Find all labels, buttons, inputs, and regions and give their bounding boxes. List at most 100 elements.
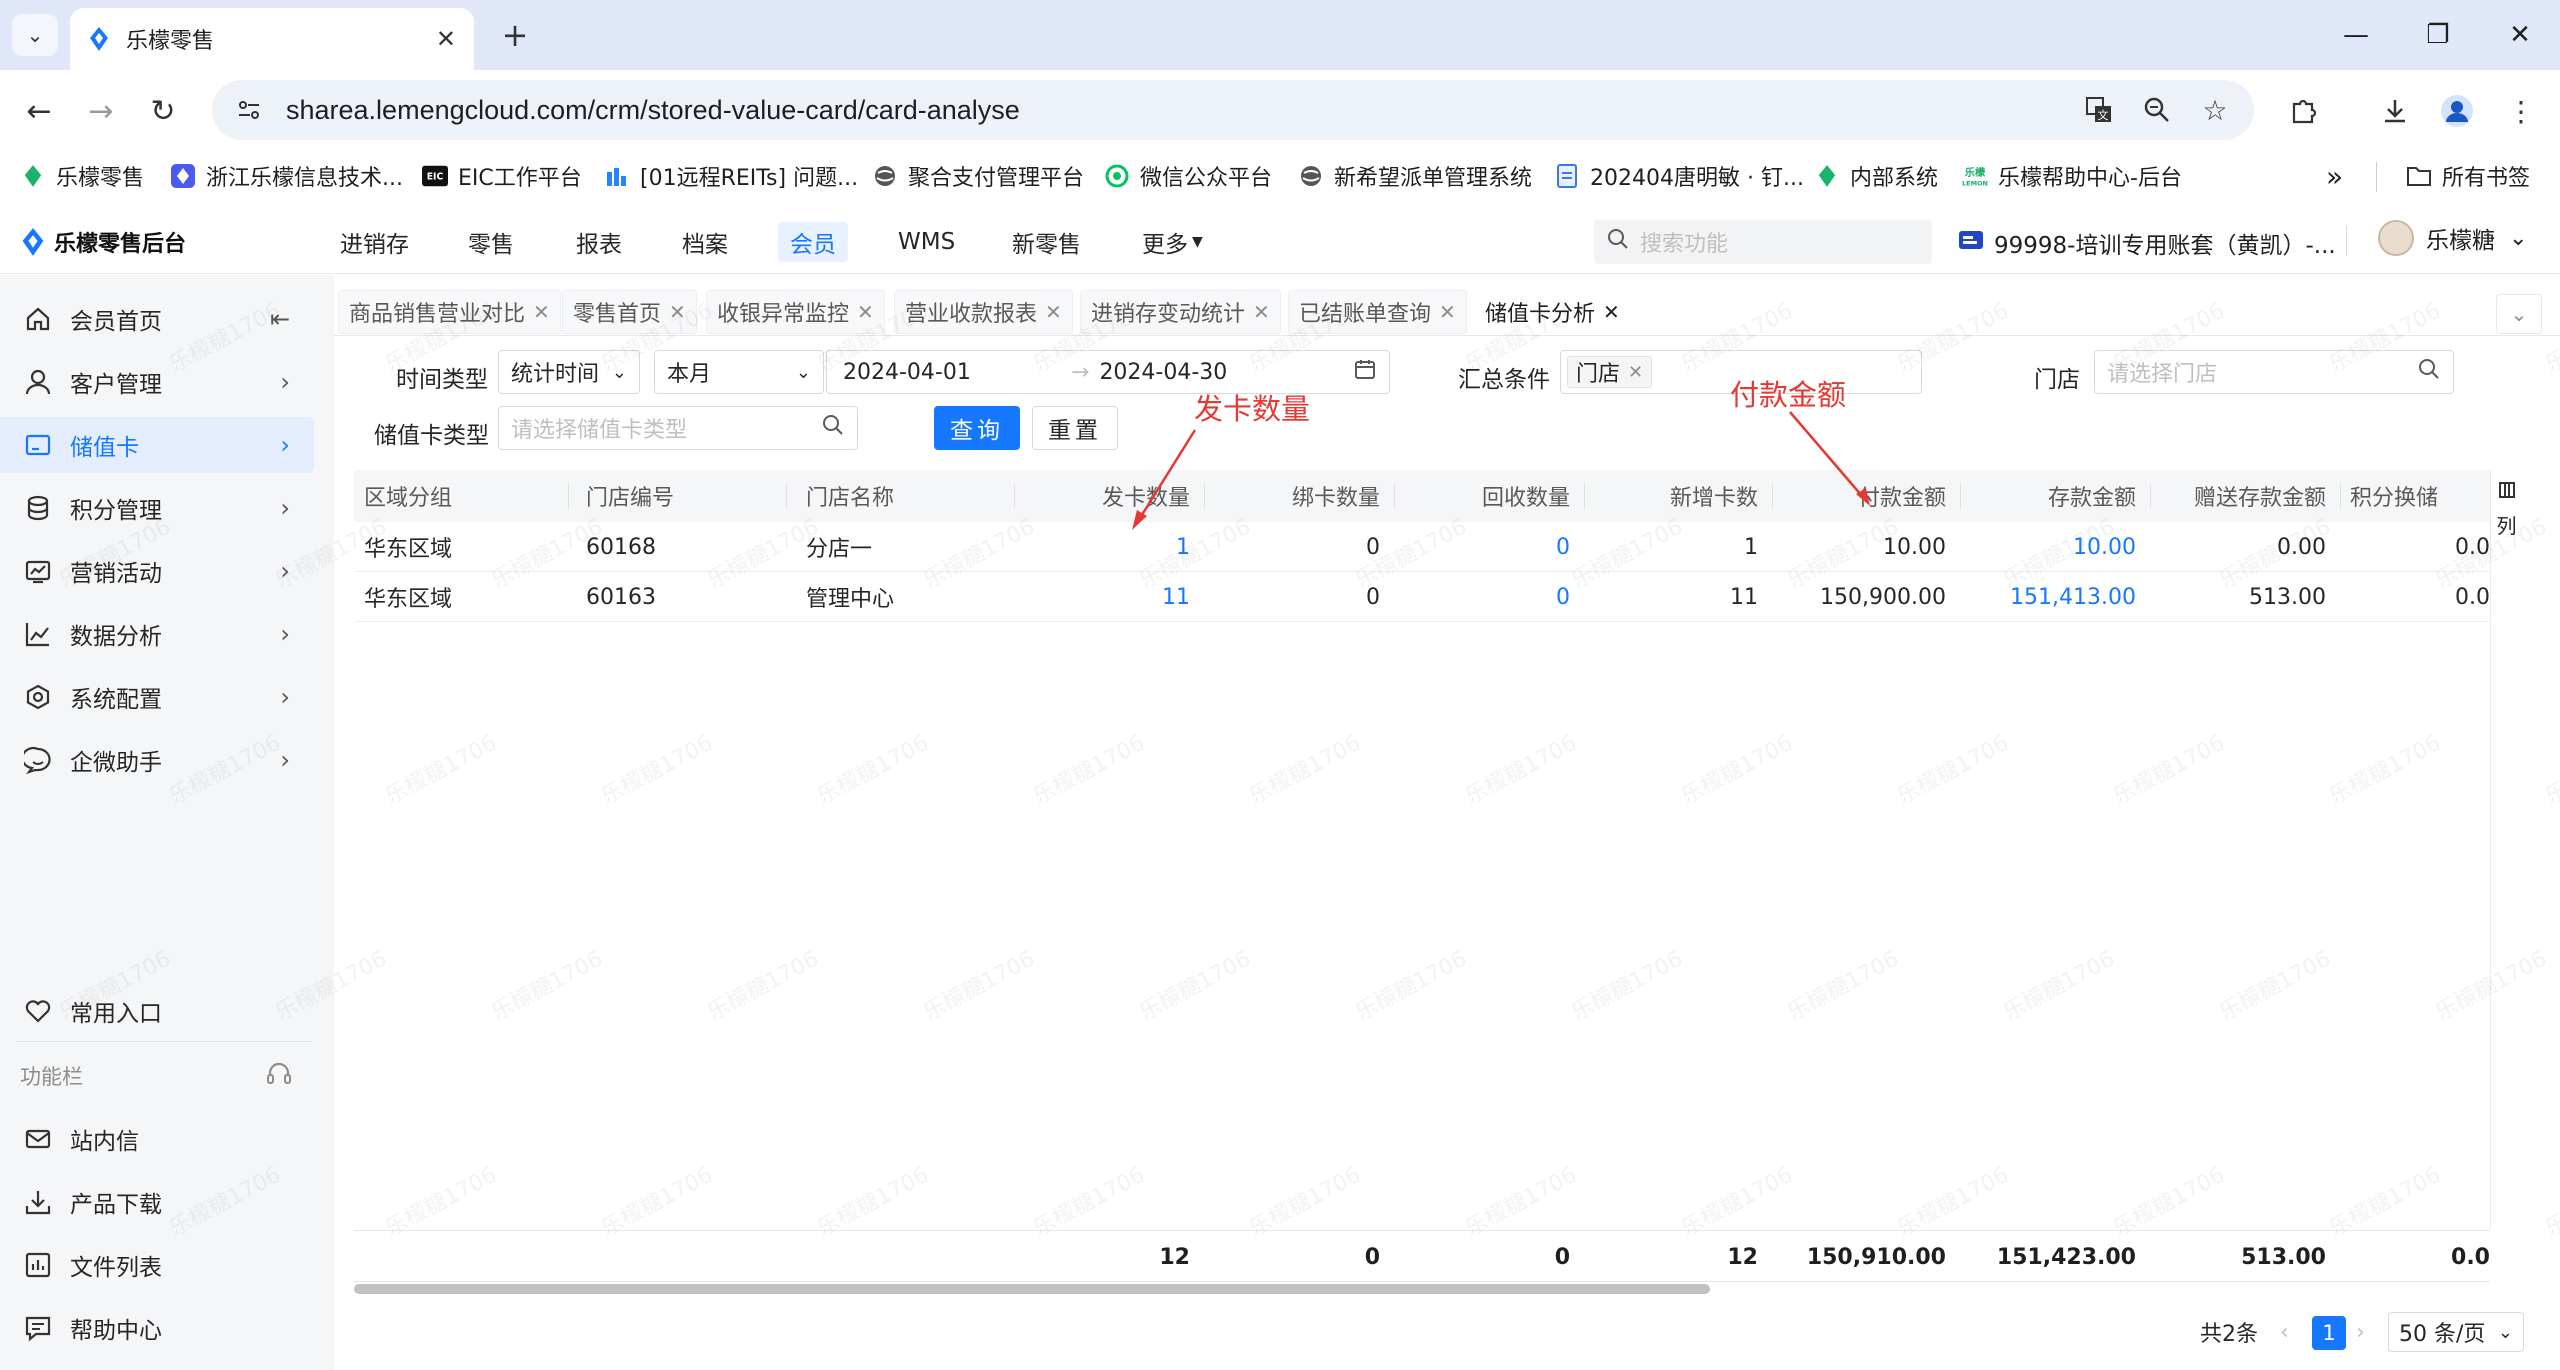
- query-button[interactable]: 查询: [934, 406, 1020, 450]
- page-size-select[interactable]: 50 条/页 ⌄: [2388, 1312, 2524, 1352]
- sidebar-item-marketing[interactable]: 营销活动 ›: [0, 543, 314, 599]
- date-end-input[interactable]: 2024-04-30: [1099, 360, 1353, 385]
- vertical-scroll-track[interactable]: [2490, 560, 2522, 1230]
- column-header[interactable]: 积分换储: [2350, 470, 2490, 522]
- close-tab-icon[interactable]: ✕: [436, 25, 456, 53]
- bookmark-item[interactable]: 微信公众平台: [1104, 160, 1272, 192]
- column-header[interactable]: 赠送存款金额: [2160, 470, 2326, 522]
- time-type-select[interactable]: 统计时间 ⌄: [498, 350, 640, 394]
- sidebar-item-help[interactable]: 帮助中心: [0, 1300, 314, 1356]
- column-header[interactable]: 区域分组: [364, 470, 564, 522]
- new-tab-button[interactable]: +: [494, 14, 536, 56]
- bookmark-item[interactable]: 202404唐明敏 · 钉...: [1554, 160, 1804, 192]
- horizontal-scrollbar[interactable]: [354, 1284, 1710, 1294]
- close-icon[interactable]: ✕: [1603, 300, 1620, 324]
- more-bookmarks-button[interactable]: »: [2326, 160, 2343, 193]
- extensions-icon[interactable]: [2282, 90, 2324, 132]
- tab-search-button[interactable]: ⌄: [12, 14, 58, 56]
- tab-stored-value-card-analysis[interactable]: 储值卡分析 ✕: [1474, 290, 1631, 334]
- tab-retail-home[interactable]: 零售首页 ✕: [562, 290, 697, 334]
- prev-page-button[interactable]: ‹: [2280, 1312, 2289, 1352]
- back-button[interactable]: ←: [18, 90, 60, 132]
- download-icon[interactable]: [2374, 90, 2416, 132]
- search-function-input[interactable]: 搜索功能: [1594, 220, 1932, 264]
- cell-deposit-amount-link[interactable]: 151,413.00: [1970, 572, 2136, 622]
- bookmark-item[interactable]: EIC EIC工作平台: [422, 160, 582, 192]
- sidebar-item-member-home[interactable]: 会员首页 ⇤: [0, 291, 314, 347]
- cell-deposit-amount-link[interactable]: 10.00: [1970, 522, 2136, 572]
- column-header[interactable]: 存款金额: [1970, 470, 2136, 522]
- tab-business-receipts[interactable]: 营业收款报表 ✕: [894, 290, 1073, 334]
- zoom-icon[interactable]: [2138, 91, 2176, 129]
- cell-issued-cards-link[interactable]: 1: [1024, 522, 1190, 572]
- sidebar-item-stored-value-card[interactable]: 储值卡 ›: [0, 417, 314, 473]
- close-window-button[interactable]: ✕: [2490, 14, 2550, 56]
- card-type-select[interactable]: 请选择储值卡类型: [498, 406, 858, 450]
- column-header[interactable]: 新增卡数: [1594, 470, 1758, 522]
- sidebar-item-customer[interactable]: 客户管理 ›: [0, 354, 314, 410]
- tabs-dropdown-button[interactable]: ⌄: [2496, 294, 2542, 334]
- sidebar-item-system-config[interactable]: 系统配置 ›: [0, 669, 314, 725]
- reset-button[interactable]: 重置: [1032, 406, 1118, 450]
- minimize-button[interactable]: —: [2326, 14, 2386, 56]
- close-icon[interactable]: ✕: [533, 300, 550, 324]
- cell-recycled-cards-link[interactable]: 0: [1404, 522, 1570, 572]
- close-icon[interactable]: ✕: [1439, 300, 1456, 324]
- sidebar-favorites[interactable]: 常用入口: [0, 983, 314, 1039]
- sidebar-item-download[interactable]: 产品下载: [0, 1174, 314, 1230]
- column-settings-button[interactable]: 列: [2490, 470, 2522, 560]
- site-settings-icon[interactable]: [232, 93, 266, 127]
- column-header[interactable]: 门店名称: [806, 470, 1006, 522]
- period-select[interactable]: 本月 ⌄: [654, 350, 824, 394]
- reload-button[interactable]: ↻: [142, 90, 184, 132]
- nav-inventory[interactable]: 进销存: [328, 222, 421, 262]
- bookmark-item[interactable]: 浙江乐檬信息技术...: [170, 160, 403, 192]
- next-page-button[interactable]: ›: [2356, 1312, 2365, 1352]
- sidebar-item-messages[interactable]: 站内信: [0, 1111, 314, 1167]
- headset-icon[interactable]: [264, 1059, 294, 1095]
- close-icon[interactable]: ✕: [669, 300, 686, 324]
- browser-tab[interactable]: 乐檬零售 ✕: [70, 8, 474, 70]
- column-header[interactable]: 回收数量: [1404, 470, 1570, 522]
- forward-button[interactable]: →: [80, 90, 122, 132]
- tab-settled-bills[interactable]: 已结账单查询 ✕: [1288, 290, 1467, 334]
- bookmark-item[interactable]: 聚合支付管理平台: [872, 160, 1084, 192]
- app-logo[interactable]: 乐檬零售后台: [20, 226, 186, 258]
- sidebar-item-files[interactable]: 文件列表: [0, 1237, 314, 1293]
- collapse-sidebar-icon[interactable]: ⇤: [270, 305, 290, 333]
- sidebar-item-analytics[interactable]: 数据分析 ›: [0, 606, 314, 662]
- browser-menu-icon[interactable]: ⋮: [2500, 90, 2542, 132]
- nav-archive[interactable]: 档案: [670, 222, 740, 262]
- store-select[interactable]: 请选择门店: [2094, 350, 2454, 394]
- bookmark-item[interactable]: 乐檬 LEMON 乐檬帮助中心-后台: [1962, 160, 2182, 192]
- bookmark-item[interactable]: 内部系统: [1814, 160, 1938, 192]
- user-menu[interactable]: 乐檬糖 ⌄: [2378, 220, 2527, 256]
- page-number-current[interactable]: 1: [2312, 1316, 2346, 1350]
- date-start-input[interactable]: 2024-04-01: [843, 360, 1071, 385]
- table-row[interactable]: 华东区域 60168 分店一 1 0 0 1 10.00 10.00 0.00 …: [354, 522, 2490, 572]
- nav-member[interactable]: 会员: [778, 222, 848, 262]
- bookmark-star-icon[interactable]: ☆: [2196, 91, 2234, 129]
- bookmark-item[interactable]: [01远程REITs] 问题...: [604, 160, 858, 192]
- cell-issued-cards-link[interactable]: 11: [1024, 572, 1190, 622]
- tab-cashier-exception[interactable]: 收银异常监控 ✕: [706, 290, 885, 334]
- translate-icon[interactable]: 文: [2080, 91, 2118, 129]
- column-header[interactable]: 付款金额: [1782, 470, 1946, 522]
- nav-more[interactable]: 更多 ▼: [1130, 222, 1215, 262]
- column-header[interactable]: 门店编号: [586, 470, 786, 522]
- account-switcher[interactable]: 99998-培训专用账套（黄凯）-...: [1958, 226, 2336, 260]
- all-bookmarks-button[interactable]: 所有书签: [2406, 160, 2530, 192]
- sidebar-item-wecom-assistant[interactable]: 企微助手 ›: [0, 732, 314, 788]
- restore-button[interactable]: ❐: [2408, 14, 2468, 56]
- nav-new-retail[interactable]: 新零售: [1000, 222, 1093, 262]
- close-icon[interactable]: ✕: [1045, 300, 1062, 324]
- nav-reports[interactable]: 报表: [564, 222, 634, 262]
- profile-icon[interactable]: [2436, 90, 2478, 132]
- tab-product-sales-compare[interactable]: 商品销售营业对比 ✕: [338, 290, 561, 334]
- nav-retail[interactable]: 零售: [456, 222, 526, 262]
- table-row[interactable]: 华东区域 60163 管理中心 11 0 0 11 150,900.00 151…: [354, 572, 2490, 622]
- bookmark-item[interactable]: 乐檬零售: [20, 160, 144, 192]
- nav-wms[interactable]: WMS: [886, 222, 967, 262]
- address-bar[interactable]: sharea.lemengcloud.com/crm/stored-value-…: [212, 80, 2254, 140]
- column-header[interactable]: 发卡数量: [1024, 470, 1190, 522]
